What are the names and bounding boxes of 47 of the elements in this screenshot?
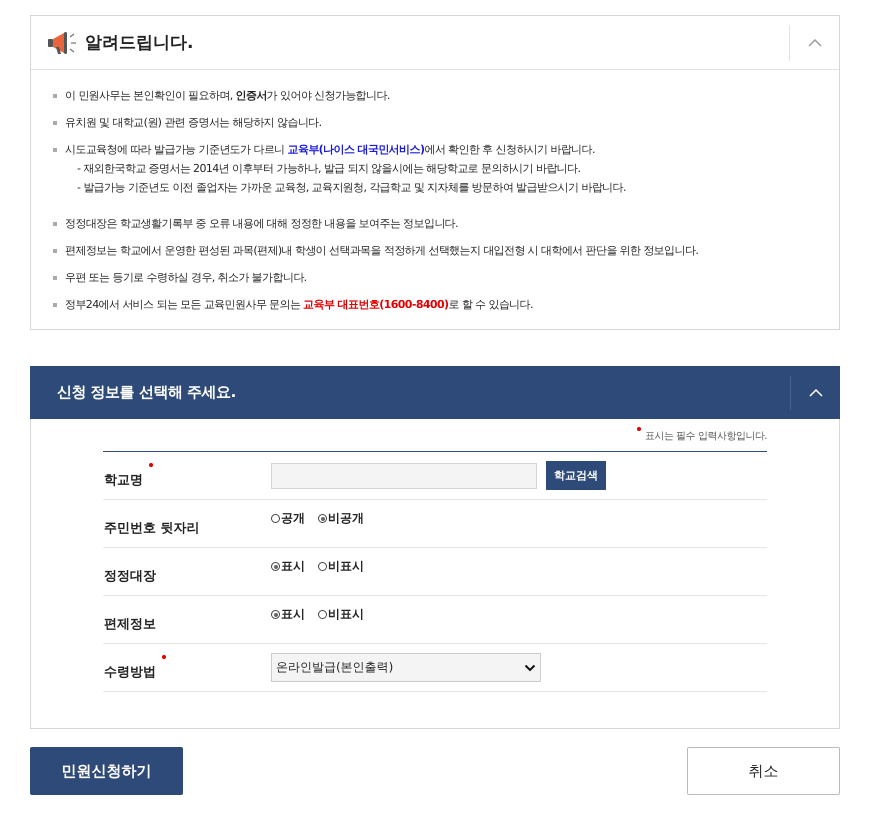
- bullet-icon: [53, 121, 57, 125]
- bullet-icon: [53, 94, 57, 98]
- required-dot-icon: [636, 427, 641, 431]
- notice-text: 정정대장은 학교생활기록부 중 오류 내용에 대해 정정한 내용을 보여주는 정보입니다.: [65, 216, 458, 232]
- notice-text: 우편 또는 등기로 수령하실 경우, 취소가 불가합니다.: [65, 270, 307, 286]
- select-dropdown[interactable]: 온라인발급(본인출력): [271, 653, 541, 682]
- radio-option[interactable]: 비공개: [318, 510, 364, 527]
- notice-text: 이 민원사무는 본인확인이 필요하며, 인증서가 있어야 신청가능합니다.: [65, 88, 390, 104]
- radio-icon[interactable]: [271, 562, 280, 571]
- field-label: 편제정보: [104, 616, 156, 632]
- radio-icon[interactable]: [318, 562, 327, 571]
- school-search-button[interactable]: 학교검색: [546, 461, 606, 490]
- submit-button[interactable]: 민원신청하기: [30, 747, 183, 795]
- radio-option[interactable]: 비표시: [318, 558, 364, 575]
- section-title: 신청 정보를 선택해 주세요.: [57, 383, 237, 402]
- notice-text: 편제정보는 학교에서 운영한 편성된 과목(편제)내 학생이 선택과목을 적정하게 선택했는지 대입전형 시 대학에서 판단을 위한 정보입니다.: [65, 243, 698, 259]
- radio-icon[interactable]: [271, 514, 280, 523]
- cancel-button[interactable]: 취소: [687, 747, 840, 795]
- field-label: 주민번호 뒷자리: [104, 520, 200, 536]
- radio-option[interactable]: 비표시: [318, 606, 364, 623]
- bullet-icon: [53, 303, 57, 307]
- notice-text: 유치원 및 대학교(원) 관련 증명서는 해당하지 않습니다.: [65, 115, 322, 131]
- radio-icon[interactable]: [271, 610, 280, 619]
- bullet-icon: [53, 249, 57, 253]
- bullet-icon: [53, 148, 57, 152]
- notice-text: 정부24에서 서비스 되는 모든 교육민원사무 문의는 교육부 대표번호(1600-8400)로 할 수 있습니다.: [65, 297, 533, 313]
- caret-icon: [524, 664, 536, 672]
- field-label: 수령방법: [104, 664, 156, 680]
- required-note: 표시는 필수 입력사항입니다.: [644, 430, 767, 443]
- field-label: 정정대장: [104, 568, 156, 584]
- radio-option[interactable]: 공개: [271, 510, 305, 527]
- bullet-icon: [53, 276, 57, 280]
- notice-link[interactable]: 교육부(나이스 대국민서비스): [287, 143, 424, 156]
- chevron-up-icon: [808, 38, 822, 47]
- radio-icon[interactable]: [318, 610, 327, 619]
- bullet-icon: [53, 222, 57, 226]
- notice-subtext: - 재외한국학교 증명서는 2014년 이후부터 가능하나, 발급 되지 않을시에는 해당학교로 문의하시기 바랍니다.: [76, 161, 582, 177]
- field-label: 학교명: [104, 472, 143, 488]
- notice-text: 시도교육청에 따라 발급가능 기준년도가 다르니 교육부(나이스 대국민서비스)에서 확인한 후 신청하시기 바랍니다.: [65, 142, 596, 158]
- notice-title: 알려드립니다.: [85, 32, 194, 54]
- megaphone-icon: [47, 30, 77, 54]
- chevron-up-icon: [808, 388, 822, 397]
- notice-subtext: - 발급가능 기준년도 이전 졸업자는 가까운 교육청, 교육지원청, 각급학교 및 지자체를 방문하여 발급받으시기 바랍니다.: [76, 180, 626, 196]
- radio-icon[interactable]: [318, 514, 327, 523]
- input-field[interactable]: [271, 462, 537, 488]
- radio-option[interactable]: 표시: [271, 606, 305, 623]
- radio-option[interactable]: 표시: [271, 558, 305, 575]
